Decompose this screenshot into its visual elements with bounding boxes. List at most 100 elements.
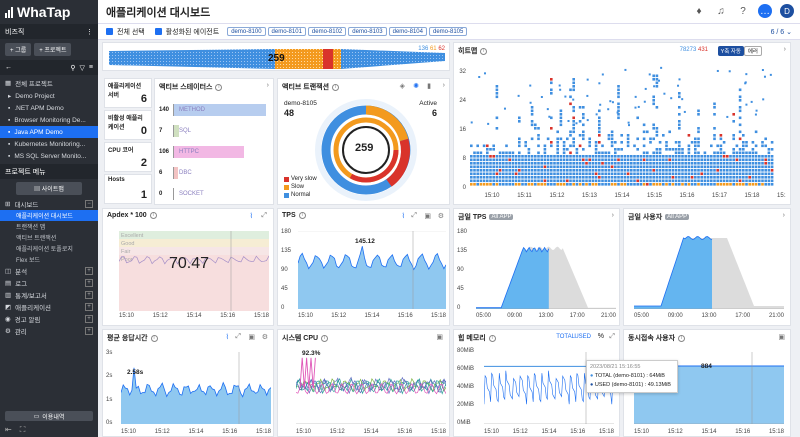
status-row[interactable]: 7 SQL (159, 120, 271, 141)
whatap-logo[interactable]: WhaTap (0, 0, 98, 24)
chevron-right-icon[interactable]: › (784, 46, 786, 53)
sidebar-menu-item[interactable]: ◉ 경고 알림 + (0, 313, 98, 325)
chevron-right-icon[interactable]: › (612, 212, 614, 219)
dashboard-subitem[interactable]: 트랜잭션 맵 (0, 221, 98, 232)
project-item[interactable]: ▪ Java APM Demo (0, 126, 98, 138)
agent-chip[interactable]: demo-8100 (227, 27, 266, 36)
agent-chip[interactable]: demo-8101 (267, 27, 306, 36)
expand-plus-icon[interactable]: + (85, 267, 93, 275)
chevron-right-icon[interactable]: › (267, 82, 269, 89)
expand-icon[interactable]: ⤢ (261, 212, 267, 220)
project-item[interactable]: ▪ Browser Monitoring De... (0, 114, 98, 126)
heatmap-cell (502, 162, 505, 165)
heatmap-chart[interactable]: 3224168015:10 15:11 15:12 15:13 15:14 15:15 15… (456, 61, 786, 201)
collapse-sidebar-icon[interactable]: ⇤ (5, 425, 12, 435)
filter-icon[interactable]: ▽ (80, 64, 85, 72)
sitemap-button[interactable]: ▤ 사이트맵 (16, 182, 82, 195)
info-icon[interactable]: i (332, 83, 340, 91)
collapse-icon[interactable]: − (85, 200, 93, 208)
search-icon[interactable]: ⚲ (70, 64, 75, 72)
help-icon[interactable]: ? (736, 4, 750, 18)
sidebar-menu-item[interactable]: ▥ 통계/보고서 + (0, 289, 98, 301)
gear-icon[interactable]: ⚙ (438, 212, 444, 220)
info-icon[interactable]: i (321, 334, 329, 342)
project-item[interactable]: ▪ .NET APM Demo (0, 102, 98, 114)
used-toggle[interactable]: USED (574, 334, 591, 340)
history-button[interactable]: ▭ 이용내역 (5, 411, 93, 421)
back-arrow-icon[interactable]: ← (5, 64, 12, 71)
project-item[interactable]: ▸ Demo Project (0, 90, 98, 102)
expand-plus-icon[interactable]: + (85, 279, 93, 287)
project-item[interactable]: ▪ Kubernetes Monitoring... (0, 138, 98, 150)
trend-icon[interactable]: ⌇ (402, 212, 405, 220)
expand-plus-icon[interactable]: + (85, 303, 93, 311)
dashboard-subitem[interactable]: 액티브 트랜잭션 (0, 232, 98, 243)
image-icon[interactable]: ▣ (248, 333, 255, 341)
add-project-button[interactable]: + 프로젝트 (34, 43, 72, 56)
percent-toggle[interactable]: % (598, 333, 604, 340)
error-button[interactable]: 에러 (743, 46, 762, 56)
paint-bucket-icon[interactable]: ♦ (692, 4, 706, 18)
expand-icon[interactable]: ⤢ (411, 212, 417, 220)
gear-icon[interactable]: ⚙ (262, 333, 268, 341)
select-all-checkbox[interactable] (106, 28, 113, 35)
status-row[interactable]: 0 SOCKET (159, 183, 271, 204)
expand-plus-icon[interactable]: + (85, 291, 93, 299)
response-time-chart[interactable] (121, 352, 271, 424)
bell-icon[interactable]: ♫ (714, 4, 728, 18)
system-cpu-chart[interactable] (296, 352, 446, 424)
bar-chart-icon[interactable]: ▮ (427, 82, 431, 90)
shield-icon[interactable]: ◈ (400, 82, 405, 90)
status-row[interactable]: 6 DBC (159, 162, 271, 183)
chat-icon[interactable]: … (758, 4, 772, 18)
agent-chip[interactable]: demo-8104 (388, 27, 427, 36)
agent-chip[interactable]: demo-8102 (307, 27, 347, 36)
add-group-button[interactable]: + 그룹 (5, 43, 32, 56)
sidebar-menu-item[interactable]: ⚙ 관리 + (0, 325, 98, 337)
info-icon[interactable]: i (149, 212, 157, 219)
all-projects[interactable]: ▦ 전체 프로젝트 (0, 75, 98, 90)
trend-icon[interactable]: ⌇ (226, 333, 229, 341)
info-icon[interactable]: i (678, 334, 686, 342)
info-icon[interactable]: i (488, 334, 496, 342)
gear-icon[interactable]: ✺ (413, 82, 419, 90)
view-selector[interactable]: 비즈직 ⋮ (0, 24, 98, 39)
image-icon[interactable]: ▣ (436, 333, 443, 341)
expand-plus-icon[interactable]: + (85, 327, 93, 335)
trend-icon[interactable]: ⌇ (250, 212, 253, 220)
sidebar-menu-item[interactable]: ▤ 로그 + (0, 277, 98, 289)
today-tps-chart[interactable] (476, 231, 616, 309)
image-icon[interactable]: ▣ (424, 212, 431, 220)
fullscreen-icon[interactable]: ⛶ (20, 425, 26, 435)
expand-icon[interactable]: ⤢ (235, 333, 241, 341)
status-row[interactable]: 106 HTTPC (159, 141, 271, 162)
sidebar-menu-item[interactable]: ◩ 애플리케이션 + (0, 301, 98, 313)
chevron-right-icon[interactable]: › (783, 212, 785, 219)
info-icon[interactable]: i (298, 212, 306, 219)
menu-dots-icon[interactable]: ⋮ (86, 28, 93, 36)
today-users-chart[interactable] (634, 231, 784, 309)
sidebar-menu-item[interactable]: ◫ 분석 + (0, 265, 98, 277)
project-item[interactable]: ▪ MS SQL Server Monito... (0, 150, 98, 162)
dashboard-subitem[interactable]: 애플리케이션 토폴로지 (0, 243, 98, 254)
dashboard-subitem[interactable]: Flex 보드 (0, 254, 98, 265)
y-auto-button[interactable]: Y축 자동 (717, 46, 744, 56)
avatar[interactable]: D (780, 4, 794, 18)
info-icon[interactable]: i (215, 83, 223, 91)
chevron-right-icon[interactable]: › (443, 82, 445, 89)
status-row[interactable]: 140 METHOD (159, 99, 271, 120)
agent-chip[interactable]: demo-8105 (428, 27, 468, 36)
image-icon[interactable]: ▣ (778, 333, 785, 341)
active-agents-checkbox[interactable] (154, 28, 162, 35)
total-toggle[interactable]: TOTAL (556, 334, 575, 340)
info-icon[interactable]: i (480, 47, 488, 55)
agent-chip[interactable]: demo-8103 (348, 27, 387, 36)
expand-plus-icon[interactable]: + (85, 315, 93, 323)
expand-icon[interactable]: ⤢ (609, 333, 615, 341)
info-icon[interactable]: i (150, 334, 158, 342)
transaction-strip[interactable]: 259 136 61 62 (102, 42, 450, 71)
menu-icon[interactable]: ≡ (89, 64, 93, 72)
agent-count[interactable]: 6 / 6 ⌄ (771, 28, 792, 36)
menu-dashboard[interactable]: ⊞ 대시보드 − (0, 198, 98, 210)
dashboard-subitem[interactable]: 애플리케이션 대시보드 (0, 210, 98, 221)
